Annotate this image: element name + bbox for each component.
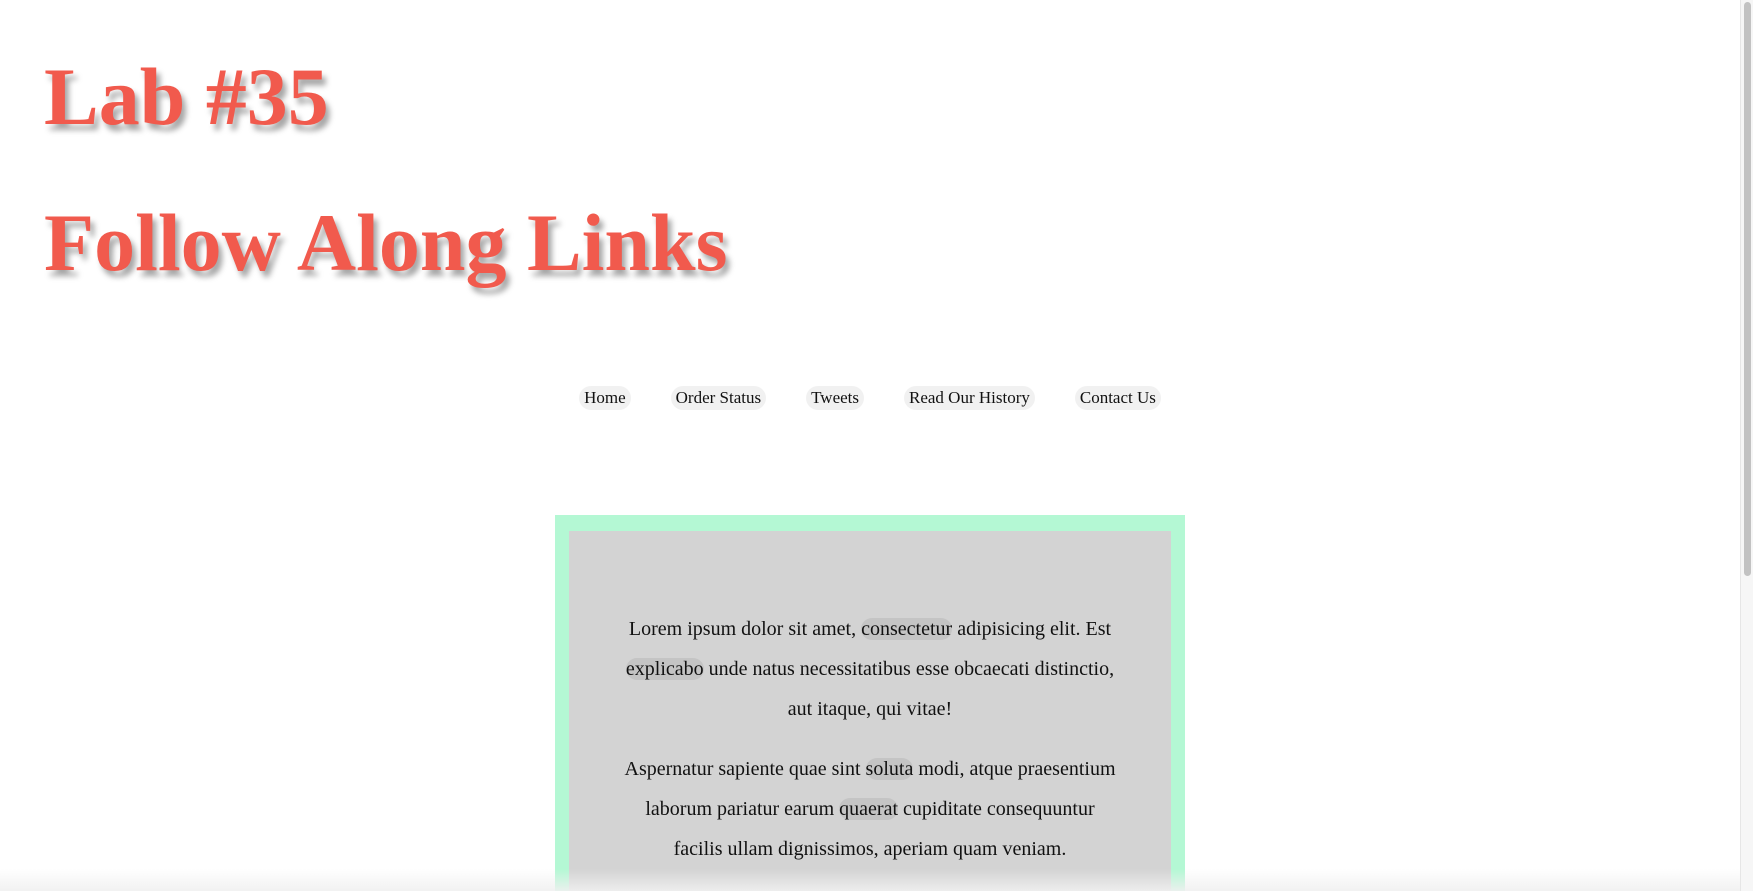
inline-link-consectetur[interactable]: consectetur bbox=[861, 618, 953, 640]
nav-link-read-our-history[interactable]: Read Our History bbox=[904, 386, 1035, 410]
page: Lab #35 Follow Along Links Home Order St… bbox=[0, 0, 1753, 891]
page-title-lab: Lab #35 bbox=[44, 51, 329, 142]
nav-link-order-status[interactable]: Order Status bbox=[670, 386, 767, 410]
paragraph-1-text-a: Lorem ipsum dolor sit amet, bbox=[628, 618, 862, 640]
nav-link-home[interactable]: Home bbox=[579, 386, 631, 410]
vertical-scrollbar[interactable] bbox=[1740, 0, 1753, 891]
content-paragraph-1: Lorem ipsum dolor sit amet, consectetur … bbox=[621, 609, 1119, 729]
paragraph-1-text-c: unde natus necessitatibus esse obcaecati… bbox=[703, 658, 1115, 720]
paragraph-1-text-b: adipisicing elit. Est bbox=[952, 618, 1112, 640]
content-paragraph-2: Aspernatur sapiente quae sint soluta mod… bbox=[621, 749, 1119, 869]
nav-link-contact-us[interactable]: Contact Us bbox=[1074, 386, 1161, 410]
inline-link-quaerat[interactable]: quaerat bbox=[839, 798, 899, 820]
main-nav: Home Order Status Tweets Read Our Histor… bbox=[0, 386, 1740, 410]
content-card: Lorem ipsum dolor sit amet, consectetur … bbox=[555, 515, 1185, 891]
scrollbar-thumb[interactable] bbox=[1744, 2, 1751, 576]
content-card-inner: Lorem ipsum dolor sit amet, consectetur … bbox=[569, 531, 1171, 891]
nav-link-tweets[interactable]: Tweets bbox=[806, 386, 864, 410]
paragraph-2-text-a: Aspernatur sapiente quae sint bbox=[624, 758, 866, 780]
bottom-shadow-fade bbox=[0, 869, 1740, 891]
inline-link-soluta[interactable]: soluta bbox=[865, 758, 914, 780]
inline-link-explicabo[interactable]: explicabo bbox=[625, 658, 704, 680]
page-title-follow-along-links: Follow Along Links bbox=[44, 197, 728, 288]
